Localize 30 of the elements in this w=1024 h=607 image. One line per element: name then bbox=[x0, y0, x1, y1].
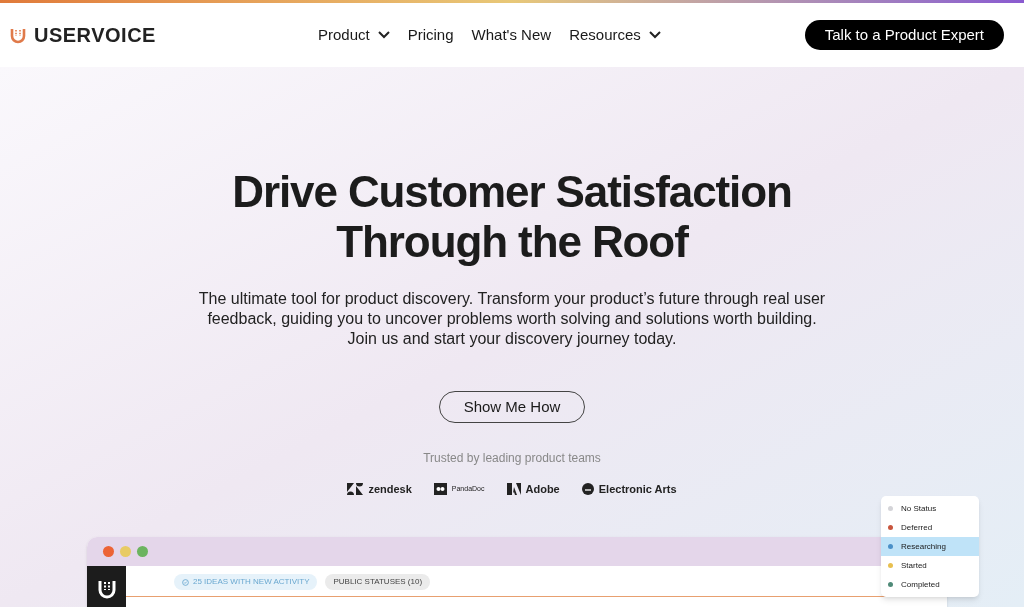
logo-wordmark: Electronic Arts bbox=[598, 482, 677, 497]
hero-subtitle-line: The ultimate tool for product discovery. Transform your product’s future through real user bbox=[198, 289, 826, 309]
trusted-caption: Trusted by leading product teams bbox=[423, 450, 601, 467]
status-option[interactable]: Started bbox=[881, 556, 979, 575]
logo-icon bbox=[96, 578, 117, 600]
status-option[interactable]: No Status bbox=[881, 499, 979, 518]
check-circle-icon bbox=[182, 578, 189, 586]
hero-title-line: Drive Customer Satisfaction bbox=[232, 167, 792, 217]
hero-title-line: Through the Roof bbox=[336, 217, 688, 267]
hero-subtitle-line: Join us and start your discovery journey today. bbox=[347, 329, 677, 349]
nav-link[interactable]: What's New bbox=[471, 23, 552, 47]
chevron-down-icon bbox=[648, 31, 661, 39]
status-option[interactable]: Completed bbox=[881, 575, 979, 594]
nav-link[interactable]: Product bbox=[318, 23, 390, 47]
logo-icon bbox=[10, 26, 26, 44]
filter-chip[interactable]: PUBLIC STATUSES (10) bbox=[325, 574, 431, 590]
ea-logo-icon bbox=[581, 483, 594, 496]
brand-name[interactable]: USERVOICE bbox=[34, 20, 156, 50]
adobe-logo-icon bbox=[506, 483, 521, 496]
logo-wordmark: zendesk bbox=[368, 482, 412, 497]
status-option[interactable]: Deferred bbox=[881, 518, 979, 537]
nav-link[interactable]: Pricing bbox=[407, 23, 454, 47]
status-option[interactable]: Researching bbox=[881, 537, 979, 556]
pandadoc-logo-icon bbox=[433, 483, 447, 496]
chevron-down-icon bbox=[377, 31, 390, 39]
logo-wordmark: Adobe bbox=[525, 482, 560, 497]
nav-link[interactable]: Resources bbox=[569, 23, 661, 47]
zendesk-logo-icon bbox=[347, 483, 364, 496]
cta-button[interactable]: Talk to a Product Expert bbox=[804, 20, 1004, 50]
hero-subtitle-line: feedback, guiding you to uncover problems worth solving and solutions worth building. bbox=[207, 309, 817, 329]
